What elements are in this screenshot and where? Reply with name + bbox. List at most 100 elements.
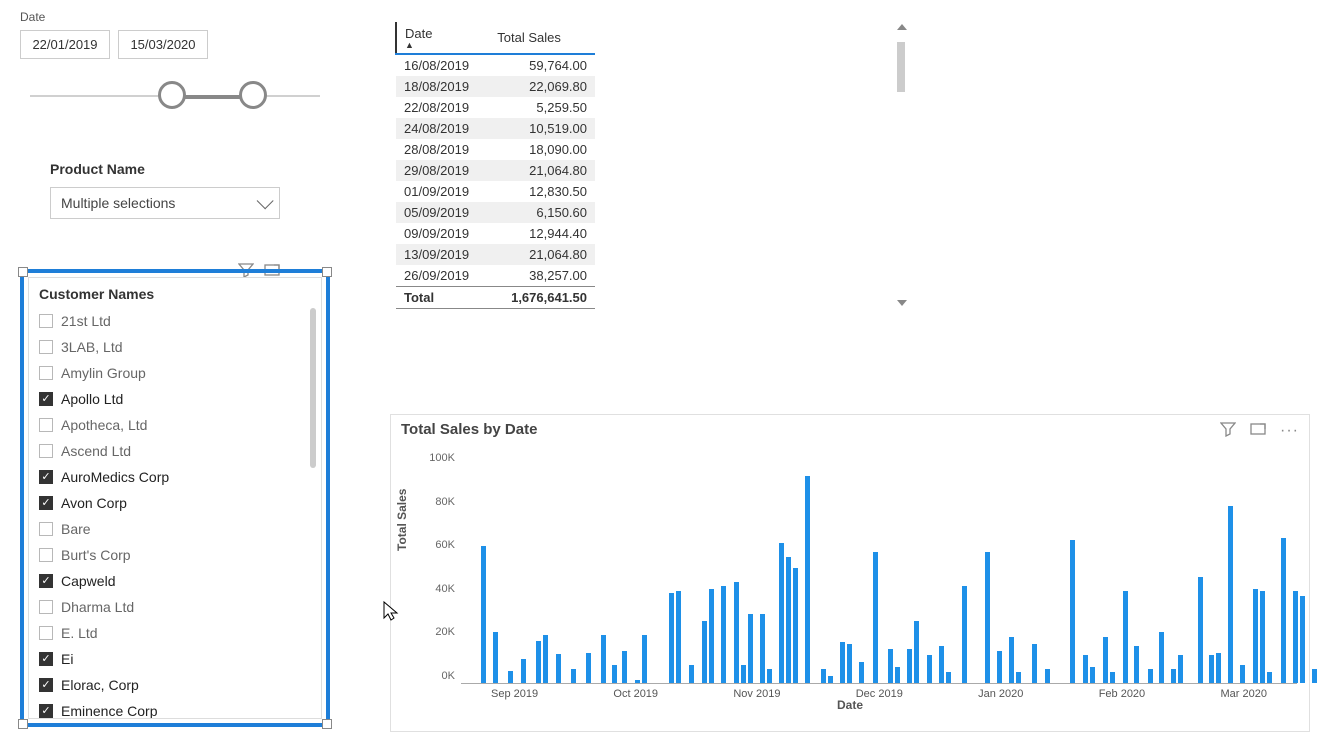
checkbox-icon[interactable]: ✓: [39, 392, 53, 406]
chart-bar[interactable]: [601, 635, 606, 683]
chart-bar[interactable]: [1134, 646, 1139, 683]
checkbox-icon[interactable]: ✓: [39, 574, 53, 588]
chart-bar[interactable]: [767, 669, 772, 683]
table-row[interactable]: 13/09/201921,064.80: [396, 244, 595, 265]
customer-checkbox-row[interactable]: E. Ltd: [35, 620, 315, 646]
chart-bar[interactable]: [962, 586, 967, 683]
chart-bar[interactable]: [521, 659, 526, 683]
table-row[interactable]: 18/08/201922,069.80: [396, 76, 595, 97]
checkbox-icon[interactable]: [39, 548, 53, 562]
chart-bar[interactable]: [793, 568, 798, 683]
focus-mode-icon[interactable]: [1250, 421, 1266, 440]
chart-bar[interactable]: [1090, 667, 1095, 683]
customer-checkbox-row[interactable]: ✓Apollo Ltd: [35, 386, 315, 412]
customer-checkbox-row[interactable]: ✓Ei: [35, 646, 315, 672]
chart-bar[interactable]: [689, 665, 694, 683]
chart-bar[interactable]: [669, 593, 674, 683]
chart-bar[interactable]: [847, 644, 852, 683]
slider-handle-end[interactable]: [239, 81, 267, 109]
chart-bar[interactable]: [888, 649, 893, 684]
table-row[interactable]: 09/09/201912,944.40: [396, 223, 595, 244]
chart-bar[interactable]: [786, 557, 791, 684]
checkbox-icon[interactable]: [39, 366, 53, 380]
chart-bar[interactable]: [543, 635, 548, 683]
scrollbar-thumb[interactable]: [310, 308, 316, 468]
chart-bar[interactable]: [1009, 637, 1014, 683]
customer-checkbox-row[interactable]: Bare: [35, 516, 315, 542]
checkbox-icon[interactable]: [39, 444, 53, 458]
chart-bar[interactable]: [805, 476, 810, 683]
customer-checkbox-row[interactable]: ✓Avon Corp: [35, 490, 315, 516]
chart-bar[interactable]: [676, 591, 681, 683]
chart-bar[interactable]: [1209, 655, 1214, 683]
chart-bar[interactable]: [828, 676, 833, 683]
table-row[interactable]: 26/09/201938,257.00: [396, 265, 595, 287]
chart-bar[interactable]: [612, 665, 617, 683]
chart-bar[interactable]: [1198, 577, 1203, 683]
chart-bar[interactable]: [721, 586, 726, 683]
chart-bar[interactable]: [1110, 672, 1115, 684]
chart-bar[interactable]: [1070, 540, 1075, 683]
chart-bar[interactable]: [1032, 644, 1037, 683]
chart-bar[interactable]: [1253, 589, 1258, 683]
more-options-icon[interactable]: ···: [1280, 422, 1299, 440]
table-row[interactable]: 29/08/201921,064.80: [396, 160, 595, 181]
chart-bar[interactable]: [741, 665, 746, 683]
chart-bar[interactable]: [642, 635, 647, 683]
chart-bar[interactable]: [1267, 672, 1272, 684]
chart-bar[interactable]: [1083, 655, 1088, 683]
customer-checkbox-row[interactable]: ✓Capweld: [35, 568, 315, 594]
checkbox-icon[interactable]: ✓: [39, 678, 53, 692]
filter-icon[interactable]: [1220, 421, 1236, 440]
date-range-slider[interactable]: [30, 81, 320, 121]
customer-checkbox-row[interactable]: 21st Ltd: [35, 308, 315, 334]
chart-bar[interactable]: [1171, 669, 1176, 683]
checkbox-icon[interactable]: [39, 626, 53, 640]
table-row[interactable]: 22/08/20195,259.50: [396, 97, 595, 118]
chart-bar[interactable]: [1159, 632, 1164, 683]
customer-checkbox-row[interactable]: Apotheca, Ltd: [35, 412, 315, 438]
chart-bar[interactable]: [939, 646, 944, 683]
chart-bar[interactable]: [1103, 637, 1108, 683]
chart-bar[interactable]: [1148, 669, 1153, 683]
table-row[interactable]: 24/08/201910,519.00: [396, 118, 595, 139]
chart-bar[interactable]: [622, 651, 627, 683]
chart-bar[interactable]: [1240, 665, 1245, 683]
checkbox-icon[interactable]: [39, 418, 53, 432]
checkbox-icon[interactable]: ✓: [39, 652, 53, 666]
chart-bar[interactable]: [873, 552, 878, 683]
chart-bar[interactable]: [927, 655, 932, 683]
checkbox-icon[interactable]: [39, 314, 53, 328]
scroll-down-icon[interactable]: [897, 300, 907, 306]
customer-checkbox-row[interactable]: Ascend Ltd: [35, 438, 315, 464]
table-row[interactable]: 28/08/201918,090.00: [396, 139, 595, 160]
chart-bar[interactable]: [1216, 653, 1221, 683]
table-row[interactable]: 01/09/201912,830.50: [396, 181, 595, 202]
chart-bar[interactable]: [1260, 591, 1265, 683]
column-header-total-sales[interactable]: Total Sales: [489, 22, 595, 54]
chart-bar[interactable]: [997, 651, 1002, 683]
chart-bar[interactable]: [840, 642, 845, 683]
chart-bar[interactable]: [1300, 596, 1305, 683]
checkbox-icon[interactable]: ✓: [39, 704, 53, 718]
customer-checkbox-row[interactable]: 3LAB, Ltd: [35, 334, 315, 360]
chart-plot-area[interactable]: [461, 454, 1297, 684]
chart-bar[interactable]: [481, 546, 486, 683]
customer-checkbox-row[interactable]: Amylin Group: [35, 360, 315, 386]
chart-bar[interactable]: [734, 582, 739, 683]
chart-bar[interactable]: [1045, 669, 1050, 683]
customer-checkbox-row[interactable]: Burt's Corp: [35, 542, 315, 568]
chart-bar[interactable]: [914, 621, 919, 683]
customer-names-slicer[interactable]: Customer Names 21st Ltd3LAB, LtdAmylin G…: [20, 269, 330, 727]
slider-handle-start[interactable]: [158, 81, 186, 109]
chart-bar[interactable]: [895, 667, 900, 683]
table-row[interactable]: 16/08/201959,764.00: [396, 54, 595, 76]
chart-bar[interactable]: [907, 649, 912, 684]
chart-bar[interactable]: [635, 680, 640, 683]
chart-bar[interactable]: [821, 669, 826, 683]
product-name-dropdown[interactable]: Multiple selections: [50, 187, 280, 219]
chart-bar[interactable]: [1293, 591, 1298, 683]
chart-bar[interactable]: [709, 589, 714, 683]
chart-bar[interactable]: [985, 552, 990, 683]
chart-bar[interactable]: [748, 614, 753, 683]
